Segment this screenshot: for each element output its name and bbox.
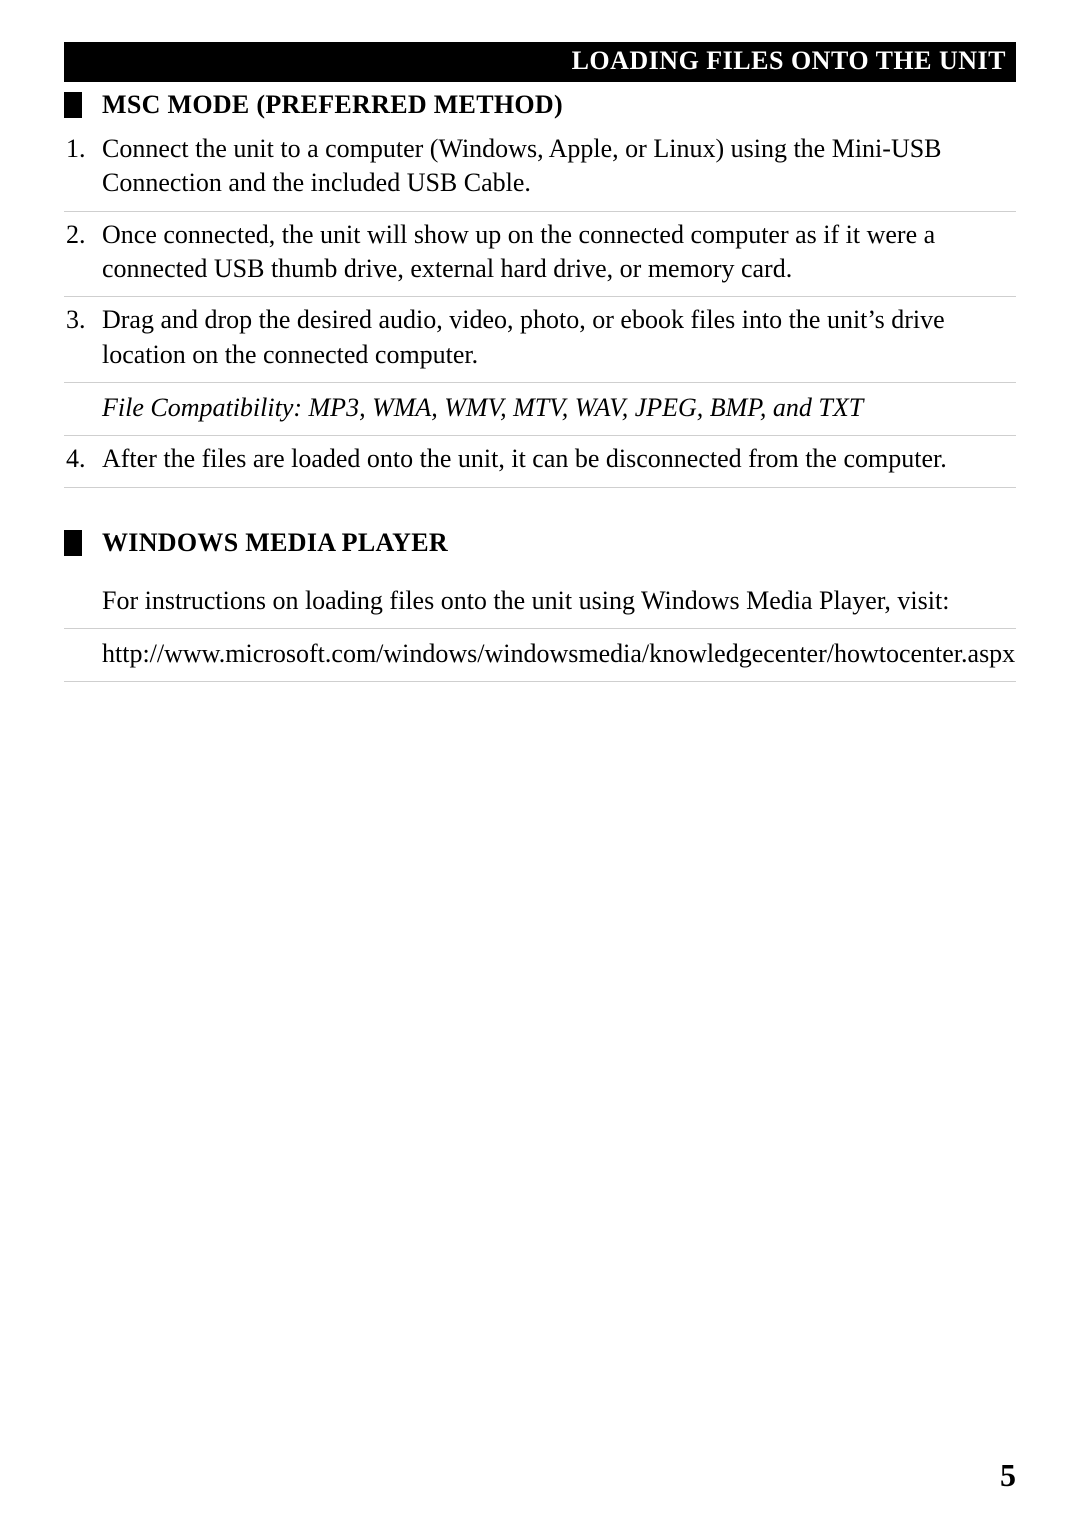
- step-3-row: 3. Drag and drop the desired audio, vide…: [64, 297, 1016, 383]
- step-number: 1.: [64, 132, 102, 201]
- page-header-bar: LOADING FILES ONTO THE UNIT: [64, 42, 1016, 82]
- file-compatibility-row: File Compatibility: MP3, WMA, WMV, MTV, …: [64, 383, 1016, 436]
- bullet-square-icon: [64, 530, 82, 556]
- indent-spacer: [64, 584, 102, 618]
- section-msc-title-row: MSC MODE (PREFERRED METHOD): [64, 90, 1016, 120]
- section-msc-title: MSC MODE (PREFERRED METHOD): [102, 90, 563, 120]
- step-number: 2.: [64, 218, 102, 287]
- wmp-url-row: http://www.microsoft.com/windows/windows…: [64, 629, 1016, 682]
- step-number: 3.: [64, 303, 102, 372]
- step-4-row: 4. After the files are loaded onto the u…: [64, 436, 1016, 487]
- page-header-title: LOADING FILES ONTO THE UNIT: [572, 46, 1006, 75]
- wmp-url-text: http://www.microsoft.com/windows/windows…: [102, 637, 1016, 671]
- section-wmp-title-row: WINDOWS MEDIA PLAYER: [64, 528, 1016, 558]
- step-text: After the files are loaded onto the unit…: [102, 442, 1016, 476]
- indent-spacer: [64, 637, 102, 671]
- step-text: Drag and drop the desired audio, video, …: [102, 303, 1016, 372]
- page-number: 5: [1000, 1457, 1016, 1494]
- wmp-intro-text: For instructions on loading files onto t…: [102, 584, 1016, 618]
- file-compatibility-text: File Compatibility: MP3, WMA, WMV, MTV, …: [102, 391, 1016, 425]
- section-wmp-title: WINDOWS MEDIA PLAYER: [102, 528, 448, 558]
- step-text: Once connected, the unit will show up on…: [102, 218, 1016, 287]
- wmp-intro-row: For instructions on loading files onto t…: [64, 576, 1016, 629]
- step-1-row: 1. Connect the unit to a computer (Windo…: [64, 126, 1016, 212]
- indent-spacer: [64, 391, 102, 425]
- step-text: Connect the unit to a computer (Windows,…: [102, 132, 1016, 201]
- step-number: 4.: [64, 442, 102, 476]
- bullet-square-icon: [64, 92, 82, 118]
- step-2-row: 2. Once connected, the unit will show up…: [64, 212, 1016, 298]
